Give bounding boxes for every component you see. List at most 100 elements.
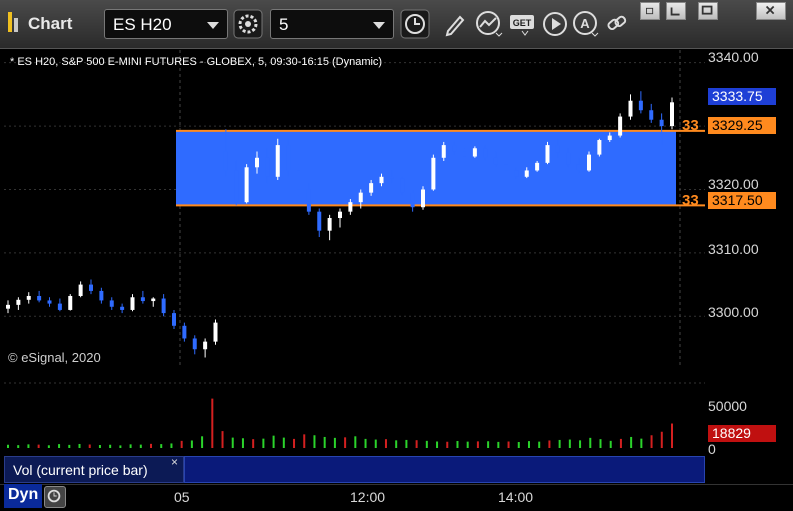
- volume-chart[interactable]: [4, 370, 705, 454]
- chevron-down-icon[interactable]: [207, 22, 219, 29]
- volume-bar: [129, 444, 132, 448]
- price-tick: 3300.00: [708, 304, 759, 320]
- candle-body: [670, 102, 674, 127]
- volume-bar: [456, 440, 459, 448]
- link-icon[interactable]: [602, 9, 632, 39]
- clock-icon[interactable]: [400, 9, 430, 39]
- volume-bar: [68, 444, 71, 448]
- svg-text:A: A: [580, 16, 590, 31]
- volume-bar: [333, 437, 336, 448]
- volume-bar: [17, 445, 20, 448]
- candle-body: [172, 313, 176, 326]
- line-study-icon[interactable]: [474, 9, 504, 39]
- alert-icon[interactable]: A: [570, 9, 600, 39]
- last-price-tag: 3333.75: [708, 88, 776, 105]
- candle-body: [68, 295, 73, 310]
- candle-body: [306, 189, 311, 212]
- get-data-icon[interactable]: GET: [508, 9, 538, 39]
- time-tick: 14:00: [498, 489, 534, 505]
- candle-body: [638, 100, 643, 111]
- candle-body: [421, 189, 425, 208]
- volume-bar: [619, 438, 622, 448]
- volume-bar: [241, 438, 244, 448]
- candle-body: [535, 162, 540, 171]
- interval-value[interactable]: 5: [279, 15, 288, 35]
- volume-bar: [466, 441, 469, 448]
- interval-combo[interactable]: 5: [270, 9, 394, 39]
- candle-body: [161, 298, 166, 314]
- volume-bar: [599, 439, 602, 448]
- settings-gear-icon[interactable]: [233, 9, 263, 39]
- candle-body: [317, 211, 322, 231]
- price-tick: 3340.00: [708, 49, 759, 65]
- candle-body: [327, 218, 332, 231]
- volume-bar: [395, 440, 398, 448]
- candle-body: [213, 322, 218, 342]
- play-icon[interactable]: [540, 9, 570, 39]
- volume-bar: [109, 444, 112, 448]
- volume-bar: [190, 440, 193, 448]
- price-tick: 3310.00: [708, 241, 759, 257]
- zone-lower-label: 33: [682, 192, 699, 209]
- lock-icon[interactable]: [44, 486, 66, 508]
- volume-bar: [47, 445, 50, 448]
- price-chart[interactable]: [4, 50, 705, 367]
- volume-bar: [660, 431, 663, 448]
- volume-bar: [262, 438, 265, 448]
- volume-bar: [139, 444, 142, 448]
- title-bar: Chart ES H20 5 GET A: [0, 0, 793, 49]
- candle-body: [37, 295, 42, 301]
- candle-body: [296, 170, 301, 190]
- candle-body: [524, 170, 529, 177]
- candle-body: [89, 284, 93, 291]
- symbol-value[interactable]: ES H20: [113, 15, 172, 35]
- candle-body: [265, 157, 270, 177]
- volume-bar: [364, 438, 367, 448]
- volume-bar: [119, 445, 122, 448]
- candle-body: [618, 116, 623, 136]
- candle-body: [244, 167, 249, 203]
- volume-tick: 50000: [708, 398, 747, 414]
- volume-bar: [579, 440, 582, 448]
- time-tick: 05: [174, 489, 190, 505]
- candle-body: [223, 151, 228, 171]
- volume-bar: [98, 445, 101, 448]
- volume-bar: [630, 436, 633, 448]
- close-study-icon[interactable]: ×: [171, 455, 178, 469]
- volume-bar: [354, 436, 357, 448]
- close-icon[interactable]: [756, 2, 786, 20]
- volume-bar: [538, 441, 541, 448]
- volume-zero-tick: 0: [708, 441, 716, 457]
- volume-bar: [201, 436, 204, 448]
- volume-bar: [497, 441, 500, 448]
- candle-body: [493, 157, 498, 165]
- pencil-icon[interactable]: [440, 9, 470, 39]
- restore-icon[interactable]: [666, 2, 686, 20]
- candle-body: [462, 151, 467, 157]
- study-label-box[interactable]: Vol (current price bar): [4, 456, 184, 483]
- volume-bar: [609, 440, 612, 448]
- dynamic-button[interactable]: Dyn: [4, 484, 43, 508]
- candle-body: [400, 178, 405, 193]
- chevron-down-icon[interactable]: [373, 22, 385, 29]
- volume-bar: [272, 435, 275, 448]
- candle-body: [431, 157, 436, 190]
- candle-body: [628, 100, 633, 117]
- symbol-combo[interactable]: ES H20: [104, 9, 228, 39]
- volume-bar: [160, 444, 163, 448]
- price-tick: 3320.00: [708, 176, 759, 192]
- time-axis[interactable]: 05 12:00 14:00: [0, 484, 793, 511]
- study-label: Vol (current price bar): [13, 462, 148, 478]
- zone-upper-tag: 3329.25: [708, 117, 776, 134]
- candle-body: [358, 192, 363, 203]
- pin-icon[interactable]: [640, 2, 660, 20]
- volume-bar: [58, 444, 61, 448]
- candle-body: [649, 110, 654, 120]
- volume-bar: [323, 436, 326, 448]
- candle-body: [410, 192, 415, 208]
- volume-bar: [476, 441, 479, 448]
- maximize-icon[interactable]: [698, 2, 718, 20]
- volume-bar: [313, 435, 316, 448]
- candle-body: [369, 183, 374, 193]
- candle-body: [182, 325, 187, 339]
